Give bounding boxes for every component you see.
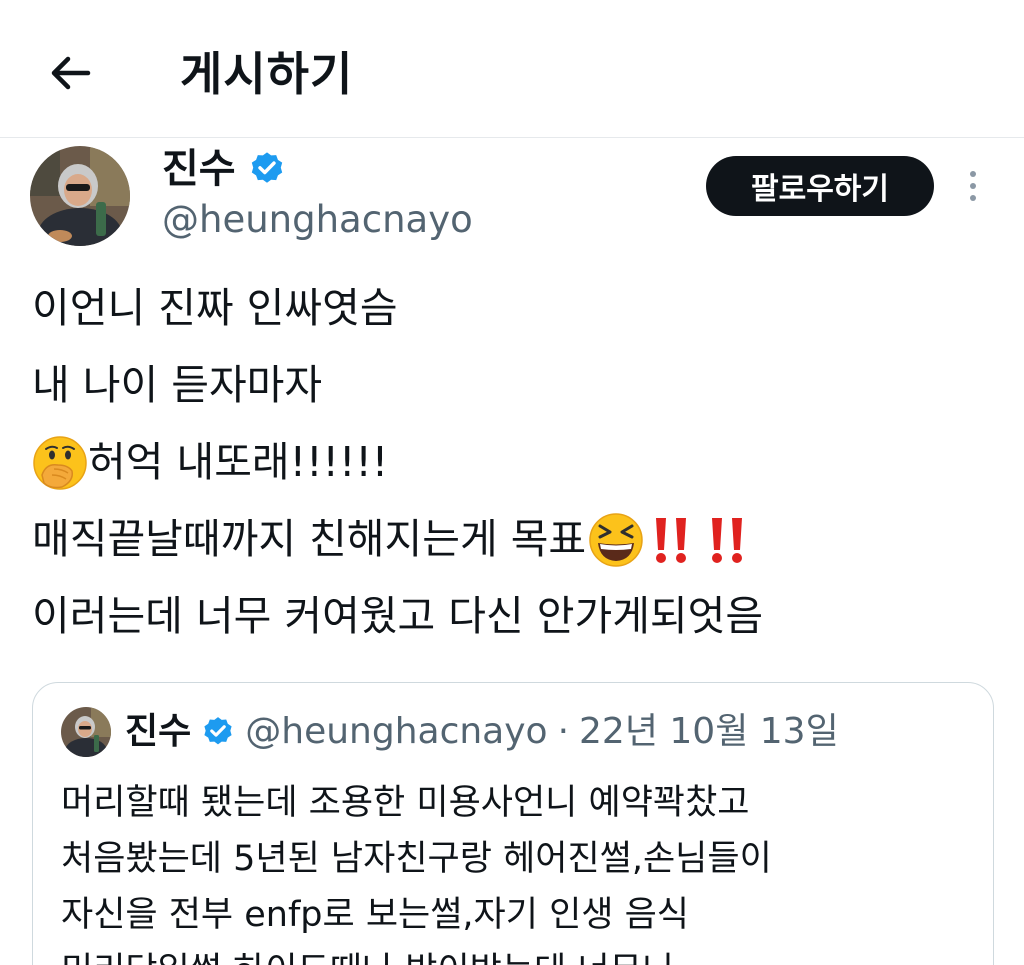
double-exclamation-icon <box>656 517 687 563</box>
arrow-left-icon <box>51 56 91 90</box>
quoted-date: 22년 10월 13일 <box>579 711 839 752</box>
quoted-tweet-card[interactable]: 진수 @heunghacnayo · 22년 10월 13일 머리할때 됐는데 … <box>32 682 994 965</box>
tweet-line-text: 매직끝날때까지 친해지는게 목표 <box>32 515 587 563</box>
quoted-line: 머리할때 됐는데 조용한 미용사언니 예약꽉찼고 <box>61 783 750 823</box>
more-dot <box>970 183 976 189</box>
verified-badge-icon <box>251 152 282 183</box>
tweet-line: 내 나이 듣자마자 <box>32 361 323 409</box>
separator-dot: · <box>557 711 570 752</box>
top-bar: 게시하기 <box>0 0 1024 138</box>
back-button[interactable] <box>40 46 100 100</box>
quoted-avatar[interactable] <box>61 707 111 757</box>
quoted-line: 미리당일썰 하이도때나 받이받는데 너무니 <box>61 943 971 965</box>
quoted-header: 진수 @heunghacnayo · 22년 10월 13일 <box>125 707 839 757</box>
avatar[interactable] <box>30 146 130 246</box>
more-dot <box>970 171 976 177</box>
author-name[interactable]: 진수 <box>162 146 236 192</box>
quoted-author-handle: @heunghacnayo <box>245 711 548 752</box>
quoted-author-name: 진수 <box>125 711 192 752</box>
more-options-button[interactable] <box>958 164 988 208</box>
tweet-page: 게시하기 진수 @heunghacnayo 팔로우하기 이언니 진짜 인싸엿슴 <box>0 0 1024 965</box>
tweet-line: 허억 내또래!!!!!! <box>32 424 992 501</box>
tweet-line: 이러는데 너무 커여웠고 다신 안가게되엇음 <box>32 592 764 640</box>
follow-button[interactable]: 팔로우하기 <box>706 156 934 216</box>
more-dot <box>970 195 976 201</box>
verified-badge-icon <box>204 717 232 745</box>
tweet-line-text: 허억 내또래!!!!!! <box>88 438 389 486</box>
tweet-line: 이언니 진짜 인싸엿슴 <box>32 284 398 332</box>
double-exclamation-icon <box>712 517 743 563</box>
face-with-hand-over-mouth-icon <box>33 435 87 490</box>
quoted-line: 처음봤는데 5년된 남자친구랑 헤어진썰,손님들이 <box>61 839 772 879</box>
grinning-squinting-face-icon <box>589 512 643 567</box>
author-name-row: 진수 <box>162 146 286 192</box>
quoted-line: 자신을 전부 enfp로 보는썰,자기 인생 음식 <box>61 895 690 935</box>
page-title: 게시하기 <box>180 47 354 101</box>
tweet-line: 매직끝날때까지 친해지는게 목표 <box>32 501 992 578</box>
avatar-photo <box>30 146 130 246</box>
author-handle[interactable]: @heunghacnayo <box>162 196 473 244</box>
avatar-photo <box>61 707 111 757</box>
tweet-text: 이언니 진짜 인싸엿슴 내 나이 듣자마자 허억 내또래!!!!!! 매직끝날때… <box>32 270 992 655</box>
quoted-tweet-text: 머리할때 됐는데 조용한 미용사언니 예약꽉찼고 처음봤는데 5년된 남자친구랑… <box>61 775 971 965</box>
